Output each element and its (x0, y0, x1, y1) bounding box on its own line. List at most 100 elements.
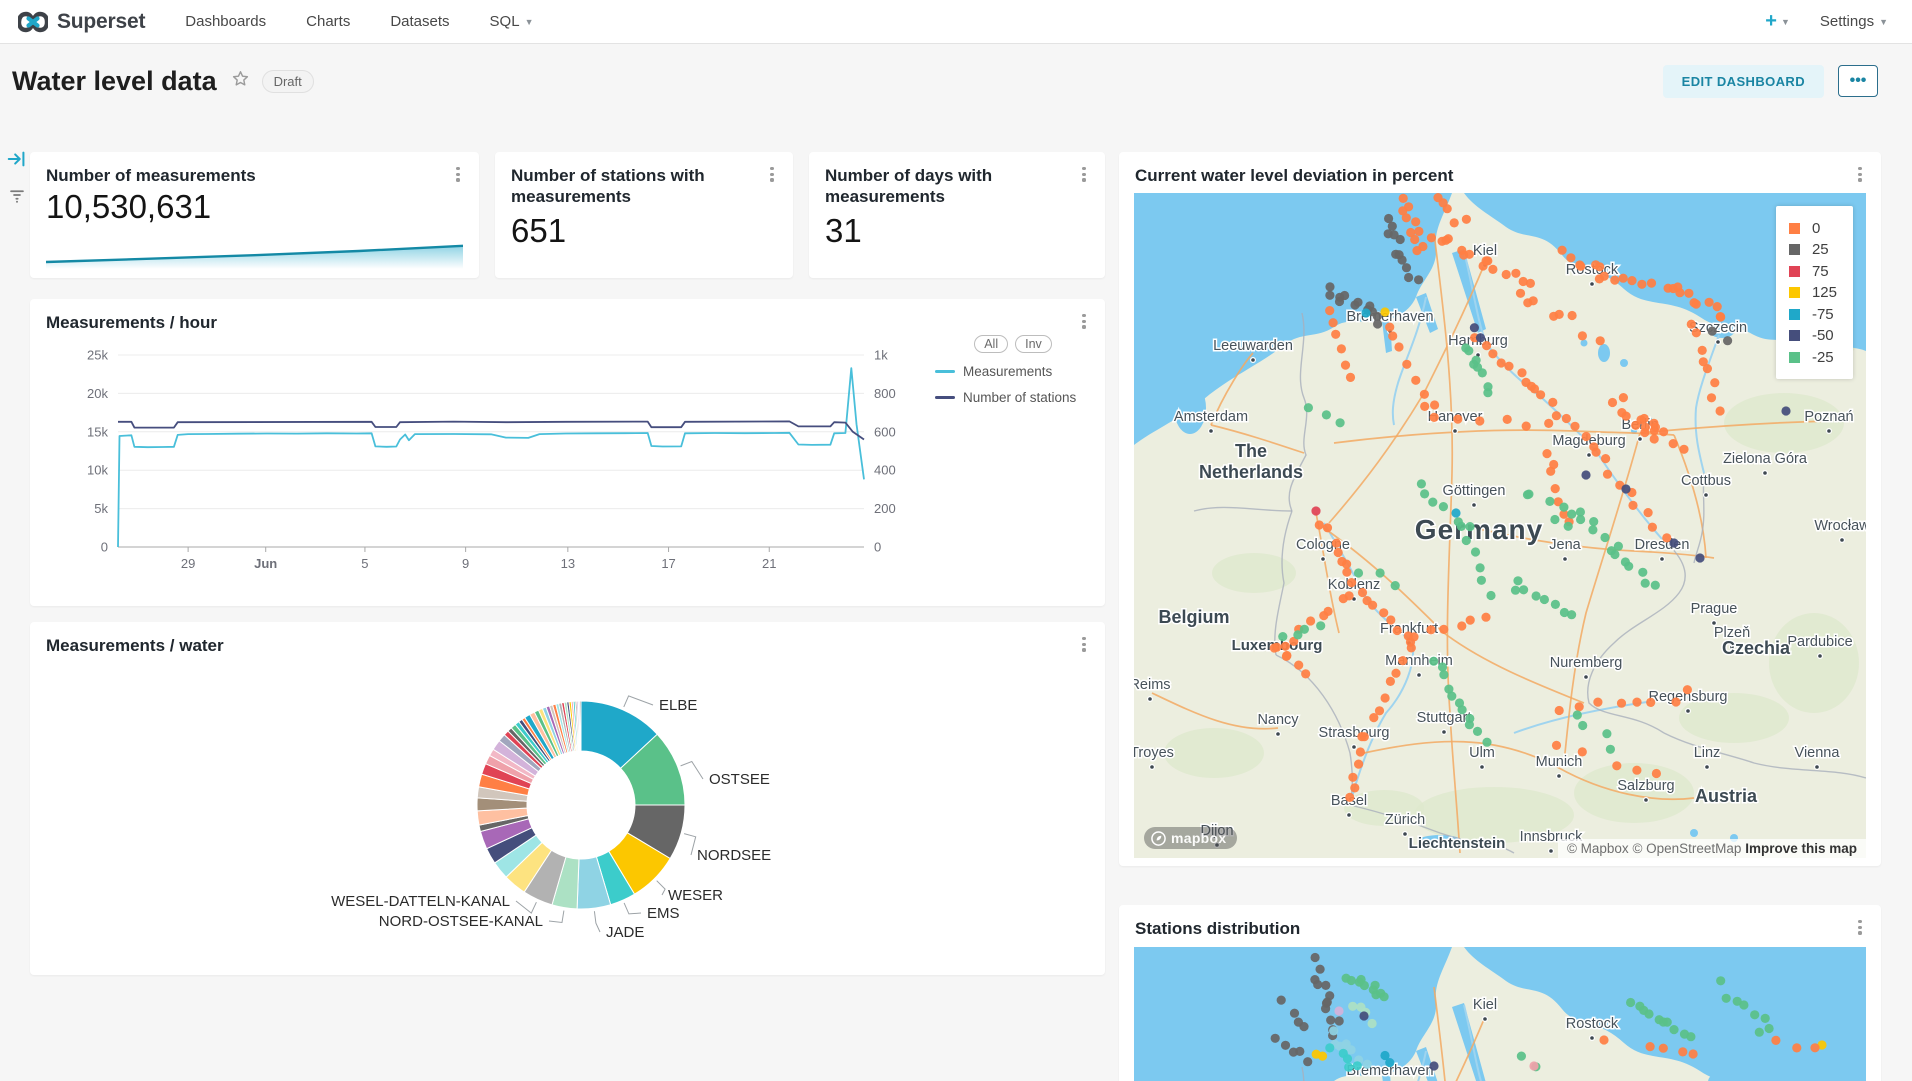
legend-swatch (1789, 309, 1800, 320)
legend-swatch (1789, 287, 1800, 298)
attr-improve-link[interactable]: Improve this map (1745, 841, 1857, 856)
mapbox-logo[interactable]: mapbox (1144, 827, 1237, 849)
svg-text:25k: 25k (87, 348, 108, 363)
chart-menu-button[interactable] (1851, 165, 1869, 189)
map-city-label: Cottbus (1681, 473, 1731, 489)
map-legend: 0 25 75 125 -75 -50 -25 (1776, 206, 1853, 379)
legend-swatch (1789, 266, 1800, 277)
chart-menu-button[interactable] (1075, 165, 1093, 189)
svg-text:15k: 15k (87, 424, 108, 439)
svg-text:200: 200 (874, 501, 896, 516)
chart-menu-button[interactable] (449, 165, 467, 189)
map-city-label: Amsterdam (1174, 409, 1248, 425)
stations-map[interactable]: KielRostockBremerhaven (1134, 947, 1866, 1081)
legend-value: -50 (1812, 327, 1834, 344)
map-legend-item: 75 (1789, 263, 1837, 280)
metric-title: Number of stations with measurements (511, 165, 726, 207)
map-city-label: Linz (1694, 745, 1721, 761)
map-city-label: Ulm (1469, 745, 1495, 761)
metric-value: 10,530,631 (46, 188, 211, 226)
donut-label: EMS (647, 905, 680, 922)
nav-item-label: Datasets (390, 13, 449, 30)
nav-item-dashboards[interactable]: Dashboards (185, 13, 266, 30)
map-legend-item: -25 (1789, 349, 1837, 366)
map-country-label: Belgium (1158, 607, 1229, 627)
legend-value: -75 (1812, 306, 1834, 323)
page-title: Water level data (12, 66, 217, 97)
map-city-label: Nancy (1257, 712, 1299, 728)
svg-text:0: 0 (874, 540, 881, 555)
chart-menu-button[interactable] (763, 165, 781, 189)
legend-line-marker (935, 396, 955, 399)
infinity-logo-icon (18, 11, 48, 33)
legend-button-all[interactable]: All (974, 335, 1008, 353)
legend-value: 25 (1812, 241, 1829, 258)
donut-label: WESER (668, 887, 723, 904)
new-item-button[interactable]: + ▼ (1765, 10, 1790, 33)
legend-item[interactable]: Number of stations (935, 390, 1091, 405)
map-legend-item: 125 (1789, 284, 1837, 301)
donut-label: ELBE (659, 697, 697, 714)
favorite-star-icon[interactable] (231, 69, 250, 93)
chart-menu-button[interactable] (1851, 918, 1869, 942)
map-legend-item: -75 (1789, 306, 1837, 323)
nav-right: + ▼ Settings ▼ (1765, 10, 1888, 33)
metric-title: Number of measurements (46, 165, 256, 186)
donut-label: WESEL-DATTELN-KANAL (331, 893, 510, 910)
map-country-label: The (1235, 441, 1267, 461)
dashboard-header: Water level data Draft EDIT DASHBOARD ••… (0, 50, 1912, 112)
nav-item-datasets[interactable]: Datasets (390, 13, 449, 30)
settings-label: Settings (1820, 13, 1874, 30)
map-country-label: Netherlands (1199, 462, 1303, 482)
caret-down-icon: ▼ (1781, 17, 1790, 27)
legend-value: -25 (1812, 349, 1834, 366)
filter-icon[interactable] (8, 186, 26, 204)
map-legend-item: -50 (1789, 327, 1837, 344)
settings-menu[interactable]: Settings ▼ (1820, 13, 1888, 30)
superset-logo[interactable]: Superset (18, 10, 145, 34)
edit-dashboard-button[interactable]: EDIT DASHBOARD (1663, 65, 1824, 98)
status-badge: Draft (262, 70, 314, 93)
deviation-map[interactable]: LeeuwardenAmsterdamKielRostockSzczecinBr… (1134, 193, 1866, 858)
map-city-label: Poznań (1804, 409, 1853, 425)
chart-menu-button[interactable] (1075, 312, 1093, 336)
map-attribution[interactable]: © Mapbox © OpenStreetMap Improve this ma… (1558, 839, 1866, 858)
measurements-per-hour-panel: Measurements / hour 005k20010k40015k6002… (30, 299, 1105, 606)
chart-title: Measurements / water (46, 635, 224, 656)
legend-button-inv[interactable]: Inv (1015, 335, 1052, 353)
nav-item-charts[interactable]: Charts (306, 13, 350, 30)
map-city-label: Dresden (1635, 537, 1690, 553)
metric-value: 651 (511, 212, 566, 250)
top-nav: Superset Dashboards Charts Datasets SQL▼ + … (0, 0, 1912, 44)
svg-text:1k: 1k (874, 348, 888, 363)
svg-text:5k: 5k (94, 501, 108, 516)
legend-item[interactable]: Measurements (935, 364, 1091, 379)
donut-slice[interactable] (580, 701, 581, 751)
metric-value: 31 (825, 212, 862, 250)
svg-text:600: 600 (874, 424, 896, 439)
svg-text:9: 9 (462, 556, 469, 571)
more-actions-button[interactable]: ••• (1838, 65, 1878, 97)
metric-card-stations: Number of stations with measurements 651 (495, 152, 793, 278)
map-city-label: Kiel (1473, 997, 1497, 1013)
map-legend-item: 0 (1789, 220, 1837, 237)
map-city-label: Troyes (1134, 745, 1174, 761)
map-city-label: Salzburg (1617, 778, 1674, 794)
dashboard-page: Superset Dashboards Charts Datasets SQL▼ + … (0, 0, 1912, 1081)
map-country-label: Austria (1695, 786, 1758, 806)
map-city-label: Vienna (1795, 745, 1841, 761)
legend-value: 0 (1812, 220, 1820, 237)
donut-label: NORDSEE (697, 847, 771, 864)
plus-icon: + (1765, 10, 1777, 33)
expand-filters-icon[interactable] (6, 148, 28, 170)
attr-osm: © OpenStreetMap (1632, 841, 1741, 856)
nav-item-sql[interactable]: SQL▼ (490, 13, 534, 30)
donut-label: JADE (606, 924, 644, 941)
caret-down-icon: ▼ (1879, 17, 1888, 27)
svg-text:21: 21 (762, 556, 776, 571)
svg-text:0: 0 (101, 540, 108, 555)
stations-distribution-panel: Stations distribution KielRostockBremerh… (1119, 905, 1881, 1081)
legend-swatch (1789, 223, 1800, 234)
metric-card-measurements: Number of measurements 10,530,631 (30, 152, 479, 278)
map-city-label: Munich (1536, 754, 1583, 770)
